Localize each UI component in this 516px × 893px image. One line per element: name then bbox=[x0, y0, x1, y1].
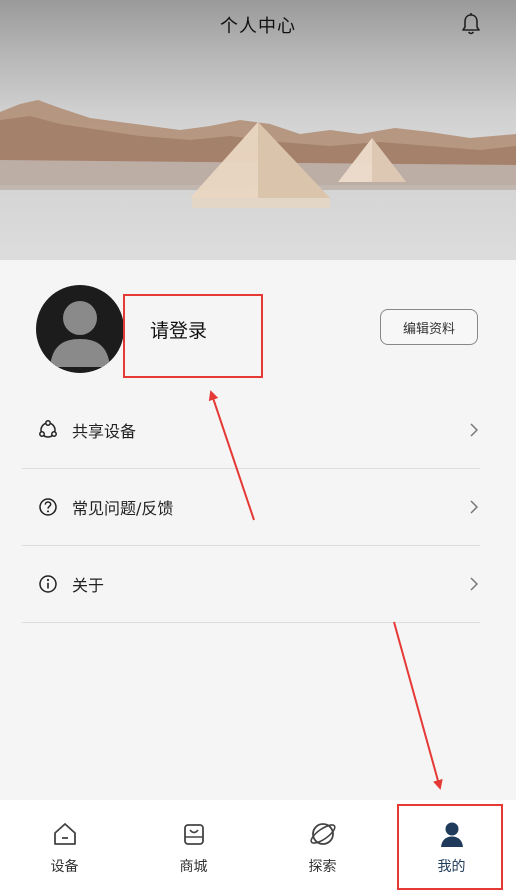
chevron-right-icon bbox=[470, 423, 478, 437]
explore-icon bbox=[309, 823, 336, 845]
info-icon bbox=[39, 575, 57, 593]
chevron-right-icon bbox=[470, 577, 478, 591]
home-icon bbox=[53, 823, 76, 845]
tab-devices[interactable]: 设备 bbox=[0, 800, 129, 893]
avatar[interactable] bbox=[36, 285, 124, 373]
menu-item-label: 关于 bbox=[72, 576, 105, 595]
chevron-right-icon bbox=[470, 500, 478, 514]
default-avatar-icon bbox=[50, 301, 110, 367]
menu-item-faq-feedback[interactable]: 常见问题/反馈 bbox=[22, 469, 480, 546]
tab-label: 商城 bbox=[179, 859, 208, 875]
top-bar: 个人中心 bbox=[0, 0, 516, 50]
tab-shop[interactable]: 商城 bbox=[129, 800, 258, 893]
header-banner: 个人中心 bbox=[0, 0, 516, 260]
annotation-tab-box bbox=[397, 804, 503, 890]
menu-item-label: 常见问题/反馈 bbox=[72, 499, 174, 518]
tab-label: 设备 bbox=[50, 859, 79, 875]
question-icon bbox=[39, 498, 57, 516]
page-title: 个人中心 bbox=[220, 16, 296, 37]
annotation-login-box bbox=[123, 294, 263, 378]
settings-menu: 共享设备 常见问题/反馈 关于 bbox=[22, 392, 480, 623]
arrow-to-me-tab bbox=[393, 621, 443, 790]
bell-icon[interactable] bbox=[460, 12, 482, 36]
share-icon bbox=[39, 420, 57, 438]
menu-item-shared-devices[interactable]: 共享设备 bbox=[22, 392, 480, 469]
menu-item-label: 共享设备 bbox=[72, 422, 137, 441]
tab-label: 探索 bbox=[308, 859, 337, 875]
menu-item-about[interactable]: 关于 bbox=[22, 546, 480, 623]
shopping-bag-icon bbox=[183, 824, 204, 845]
edit-profile-button[interactable]: 编辑资料 bbox=[380, 309, 478, 345]
tab-explore[interactable]: 探索 bbox=[258, 800, 387, 893]
